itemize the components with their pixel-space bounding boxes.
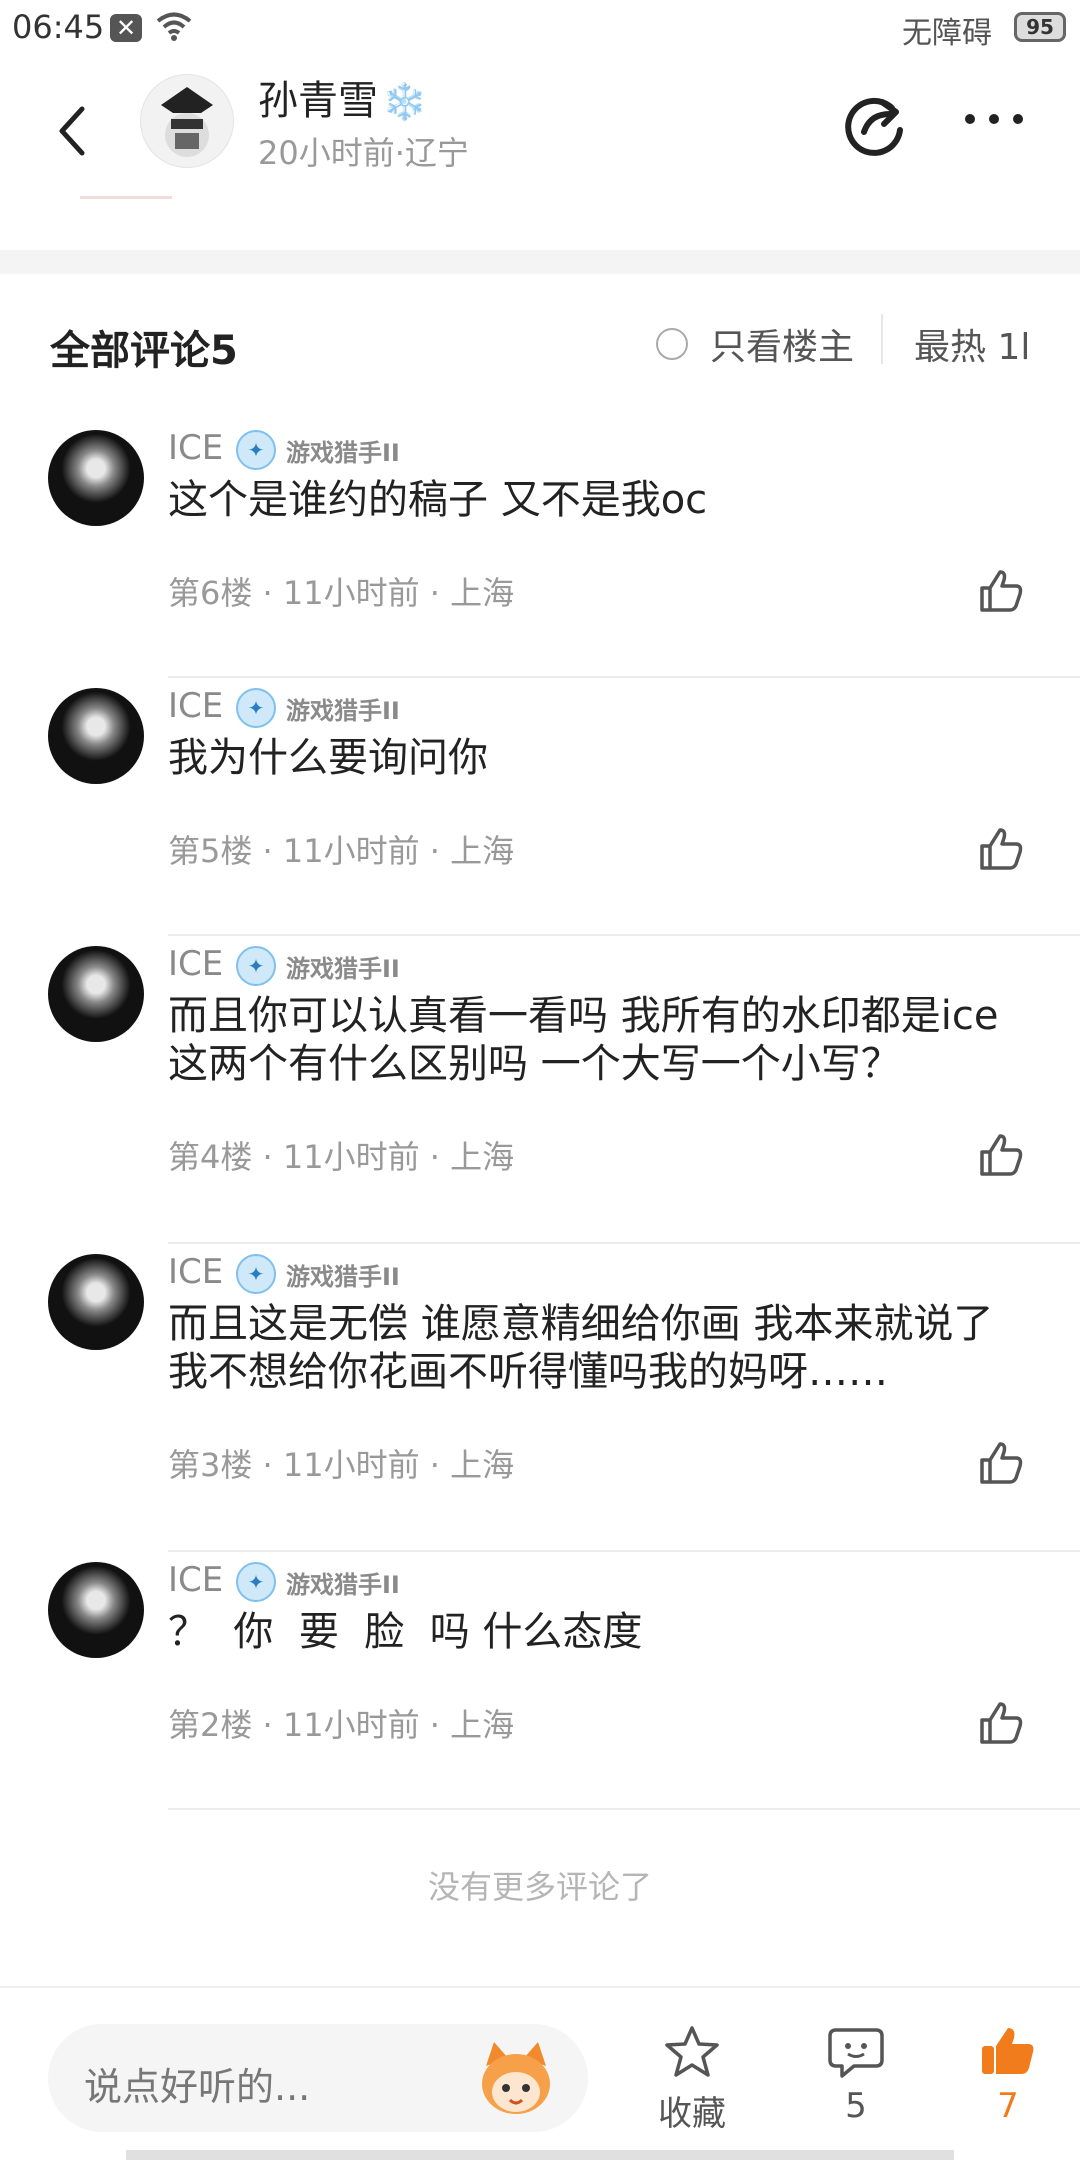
divider [881,314,883,364]
commenter-avatar[interactable] [48,688,144,784]
only-op-toggle[interactable]: 只看楼主 [656,318,854,370]
badge-icon: ✦ [236,1562,276,1602]
badge-label: 游戏猎手II [286,696,400,725]
commenter-name[interactable]: ICE [168,428,223,468]
comment-meta: 第3楼 · 11小时前 · 上海 [168,1446,515,1484]
only-op-label: 只看楼主 [710,327,855,368]
bottom-action-bar: 说点好听的... 收藏 5 7 [0,1986,1080,2162]
post-meta: 20小时前·辽宁 [258,134,469,172]
user-badge[interactable]: ✦ 游戏猎手II [236,1562,400,1602]
back-button[interactable] [42,96,102,166]
comment-text: 这个是谁约的稿子 又不是我oc [168,477,708,523]
comment-item: ICE ✦ 游戏猎手II 而且这是无偿 谁愿意精细给你画 我本来就说了 我不想给… [0,1244,1080,1552]
status-time: 06:45 [12,8,105,46]
comment-text: 而且你可以认真看一看吗 我所有的水印都是ice 这两个有什么区别吗 一个大写一个… [168,993,999,1087]
status-bar: 06:45 ✕ 无障碍 95 [0,0,1080,56]
author-name-text: 孙青雪 [258,78,378,124]
like-icon [980,570,1023,612]
favorite-label: 收藏 [658,2094,726,2134]
share-icon [845,97,903,156]
user-badge[interactable]: ✦ 游戏猎手II [236,688,400,728]
commenter-avatar[interactable] [48,1254,144,1350]
mascot-icon[interactable] [474,2036,558,2120]
commenter-name[interactable]: ICE [168,686,223,726]
snowflake-emoji: ❄️ [382,82,427,123]
badge-icon: ✦ [236,430,276,470]
badge-label: 游戏猎手II [286,1570,400,1599]
like-icon [980,828,1023,870]
star-icon [665,2026,719,2077]
comment-item: ICE ✦ 游戏猎手II 而且你可以认真看一看吗 我所有的水印都是ice 这两个… [0,936,1080,1244]
bottom-gesture-strip [126,2150,954,2160]
comment-count-button[interactable]: 5 [796,2024,916,2126]
like-button[interactable] [976,1438,1026,1488]
commenter-name[interactable]: ICE [168,1252,223,1292]
notification-x-icon: ✕ [110,14,142,42]
like-button[interactable] [976,1130,1026,1180]
like-button[interactable] [976,566,1026,616]
user-badge[interactable]: ✦ 游戏猎手II [236,946,400,986]
comment-meta: 第5楼 · 11小时前 · 上海 [168,832,515,870]
commenter-avatar[interactable] [48,946,144,1042]
commenter-avatar[interactable] [48,1562,144,1658]
user-badge[interactable]: ✦ 游戏猎手II [236,1254,400,1294]
author-avatar[interactable] [140,74,234,168]
comment-text: 我为什么要询问你 [168,735,488,781]
post-header: 孙青雪 ❄️ 20小时前·辽宁 [0,56,1080,246]
sort-selector[interactable]: 最热 1l [914,318,1030,370]
thumb-up-filled-icon [982,2028,1034,2074]
back-icon [59,106,85,156]
more-options-button[interactable] [962,104,1026,134]
badge-label: 游戏猎手II [286,954,400,983]
section-gap [0,250,1080,274]
comment-input[interactable]: 说点好听的... [48,2024,588,2132]
comment-icon [828,2028,884,2078]
comment-item: ICE ✦ 游戏猎手II ？ 你 要 脸 吗 什么态度 第2楼 · 11小时前 … [0,1552,1080,1810]
comment-item: ICE ✦ 游戏猎手II 我为什么要询问你 第5楼 · 11小时前 · 上海 [0,678,1080,936]
favorite-button[interactable]: 收藏 [632,2024,752,2135]
share-button[interactable] [840,88,910,158]
badge-icon: ✦ [236,688,276,728]
like-count: 7 [997,2086,1019,2126]
author-name[interactable]: 孙青雪 ❄️ [258,68,427,126]
more-icon [965,114,1023,124]
comment-list: ICE ✦ 游戏猎手II 这个是谁约的稿子 又不是我oc 第6楼 · 11小时前… [0,420,1080,1810]
comment-count: 5 [845,2086,867,2126]
comment-meta: 第2楼 · 11小时前 · 上海 [168,1706,515,1744]
commenter-avatar[interactable] [48,430,144,526]
like-icon [980,1134,1023,1176]
wifi-icon [156,10,192,46]
comment-text: ？ 你 要 脸 吗 什么态度 [168,1609,643,1655]
commenter-name[interactable]: ICE [168,944,223,984]
like-icon [980,1442,1023,1484]
badge-label: 游戏猎手II [286,438,400,467]
comment-text: 而且这是无偿 谁愿意精细给你画 我本来就说了 我不想给你花画不听得懂吗我的妈呀…… [168,1301,994,1395]
like-button[interactable] [976,1698,1026,1748]
comment-separator [168,1808,1080,1810]
badge-icon: ✦ [236,946,276,986]
comment-meta: 第4楼 · 11小时前 · 上海 [168,1138,515,1176]
radio-icon [656,328,688,360]
like-icon [980,1702,1023,1744]
user-badge[interactable]: ✦ 游戏猎手II [236,430,400,470]
comment-meta: 第6楼 · 11小时前 · 上海 [168,574,515,612]
comments-title: 全部评论5 [50,328,238,374]
commenter-name[interactable]: ICE [168,1560,223,1600]
comments-header: 全部评论5 只看楼主 最热 1l [0,274,1080,414]
like-button[interactable] [976,824,1026,874]
battery-indicator: 95 [1014,12,1066,42]
accessibility-label: 无障碍 [902,16,992,51]
header-divider-mark [80,196,172,199]
comment-item: ICE ✦ 游戏猎手II 这个是谁约的稿子 又不是我oc 第6楼 · 11小时前… [0,420,1080,678]
comment-input-placeholder: 说点好听的... [84,2065,311,2109]
badge-icon: ✦ [236,1254,276,1294]
like-post-button[interactable]: 7 [948,2024,1068,2126]
no-more-comments: 没有更多评论了 [427,1868,652,1906]
badge-label: 游戏猎手II [286,1262,400,1291]
